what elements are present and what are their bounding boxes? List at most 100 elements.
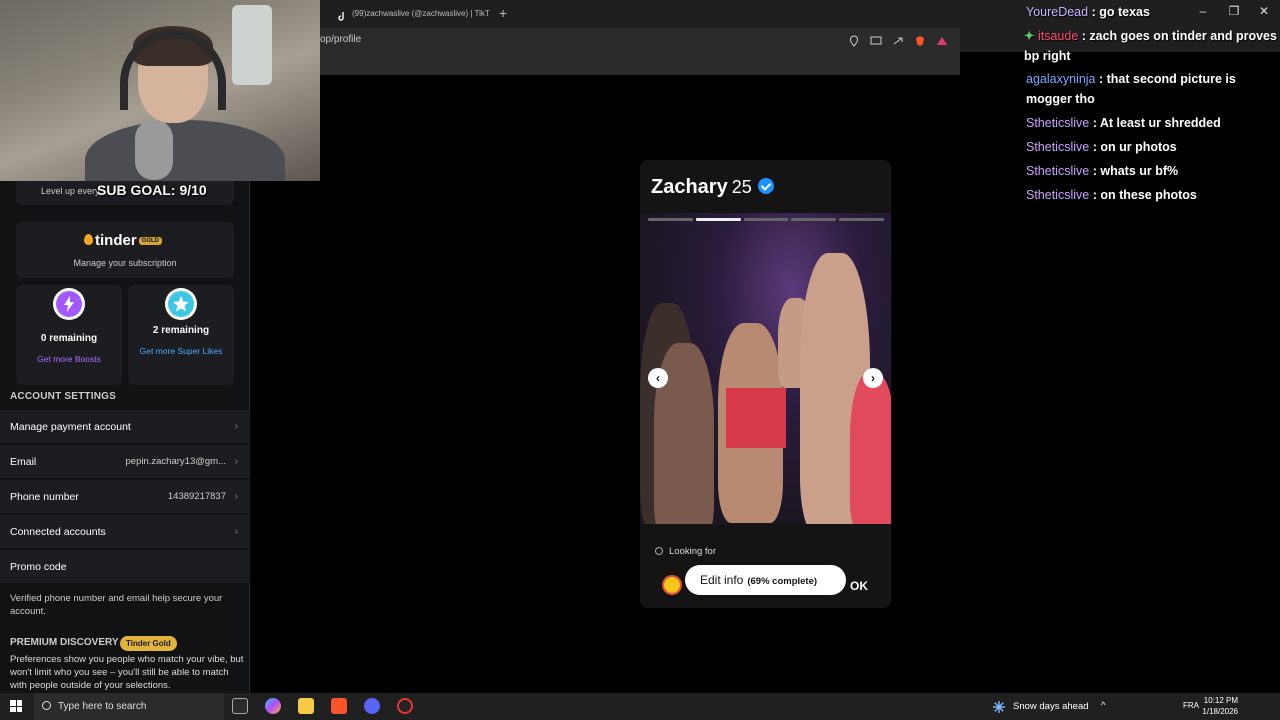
photo-progress-segment[interactable] [839,218,884,221]
gold-badge: GOLD [138,237,163,246]
share-icon[interactable] [892,34,904,46]
profile-age: 25 [731,177,752,197]
email-value: pepin.zachary13@gm... [125,456,226,467]
microphone [135,120,173,180]
superlikes-count: 2 remaining [152,325,210,336]
row-promo-code[interactable]: Promo code [0,550,250,584]
brave-browser-icon[interactable] [331,698,347,714]
clock-time: 10:12 PM [1203,696,1238,705]
chat-username: YoureDead [1026,5,1089,19]
photo-progress-segment[interactable] [743,218,789,221]
row-label: Email [10,456,37,468]
brave-rewards-icon[interactable] [936,34,948,46]
photo-progress-segment[interactable] [695,218,741,221]
ok-button[interactable]: OK [850,579,868,593]
background-shelf [232,5,272,85]
subscription-card[interactable]: tinder GOLD Manage your subscription [16,222,234,278]
tray-chevron-icon[interactable]: ^ [1101,700,1105,711]
manage-subscription-link[interactable]: Manage your subscription [16,258,234,268]
browser-tab[interactable]: (99)zachwaslive (@zachwaslive) | TikT [330,4,492,24]
photo-figure [726,388,786,448]
row-label: Manage payment account [10,421,131,433]
boosts-card[interactable]: 0 remaining Get more Boosts [16,285,122,385]
chat-username: Stheticslive [1026,164,1090,178]
emote-icon: ✦ [1024,29,1035,43]
tinder-logo-text: tinder [95,232,137,249]
row-phone[interactable]: Phone number 14389217837 › [0,480,250,514]
chevron-right-icon: › [234,526,238,537]
row-label: Phone number [10,491,79,503]
looking-for: Looking for [655,546,716,557]
discord-icon[interactable] [364,698,380,714]
bookmark-bar [320,52,960,75]
chevron-right-icon: › [234,421,238,432]
row-email[interactable]: Email pepin.zachary13@gm... › [0,445,250,479]
brave-shield-icon[interactable] [914,34,926,46]
photo-progress-segment[interactable] [791,218,837,221]
new-tab-button[interactable]: + [499,4,513,22]
arrow-left-icon[interactable]: ‹ [648,368,668,388]
search-icon [42,701,51,710]
system-clock[interactable]: 10:12 PM 1/18/2026 [1198,695,1238,717]
tab-title: (99)zachwaslive (@zachwaslive) | TikT [352,9,490,18]
chat-username: Stheticslive [1026,188,1090,202]
verified-icon [757,178,774,194]
copilot-icon[interactable] [265,698,281,714]
verified-note: Verified phone number and email help sec… [10,593,223,617]
webcam-overlay [0,0,320,181]
star-icon [165,288,197,320]
url-icons [848,30,948,50]
chat-username: agalaxyninja [1026,72,1096,86]
weather-text[interactable]: Snow days ahead [1013,701,1089,712]
chat-username: Stheticslive [1026,140,1090,154]
premium-description: Preferences show you people who match yo… [10,654,244,691]
profile-photo[interactable] [640,213,891,524]
tiktok-icon [338,9,348,21]
get-more-boosts-link[interactable]: Get more Boosts [26,351,112,367]
boosts-count: 0 remaining [40,333,98,344]
chat-text: : on ur photos [1092,140,1177,154]
chat-username: itsaude [1037,29,1079,43]
chat-message: Stheticslive : At least ur shredded [1026,113,1280,133]
chevron-right-icon: › [234,456,238,467]
obs-icon[interactable] [397,698,413,714]
search-icon [655,547,663,555]
url-text: op/profile [320,34,362,45]
chat-username: Stheticslive [1026,116,1090,130]
premium-discovery-header: PREMIUM DISCOVERY [10,637,119,648]
chat-message: ✦ itsaude : zach goes on tinder and prov… [1024,26,1280,66]
row-manage-payment[interactable]: Manage payment account › [0,410,250,444]
row-connected-accounts[interactable]: Connected accounts › [0,515,250,549]
file-explorer-icon[interactable] [298,698,314,714]
edit-info-button[interactable]: Edit info (69% complete) [685,565,846,595]
phone-value: 14389217837 [167,491,226,502]
snowflake-icon [992,700,1006,714]
account-settings-header: ACCOUNT SETTINGS [10,391,116,402]
chat-message: YoureDead : go texas [1026,2,1280,22]
chat-text: : At least ur shredded [1092,116,1221,130]
photo-progress-segment[interactable] [648,218,693,221]
cast-icon[interactable] [870,34,882,46]
arrow-right-icon[interactable]: › [863,368,883,388]
task-view-icon[interactable] [232,698,248,714]
photo-progress [648,218,884,221]
get-more-superlikes-link[interactable]: Get more Super Likes [138,343,224,359]
superlikes-card[interactable]: 2 remaining Get more Super Likes [128,285,234,385]
language-indicator[interactable]: FRA [1183,701,1199,710]
tinder-gold-badge: Tinder Gold [120,636,177,651]
looking-for-label: Looking for [669,546,717,557]
row-label: Promo code [10,561,67,573]
taskbar-search-placeholder: Type here to search [58,701,147,712]
chat-message: Stheticslive : whats ur bf% [1026,161,1280,181]
flame-icon [84,234,93,245]
taskbar-search[interactable]: Type here to search [34,693,224,720]
windows-start-icon[interactable] [10,700,22,712]
profile-name-text: Zachary [651,176,728,198]
row-label: Connected accounts [10,526,106,538]
streamer-body [85,120,285,181]
location-icon[interactable] [848,34,860,47]
completion-percent: (69% complete) [747,576,818,587]
chat-message: Stheticslive : on these photos [1026,185,1280,205]
photo-figure [850,373,891,524]
lightning-icon [53,288,85,320]
